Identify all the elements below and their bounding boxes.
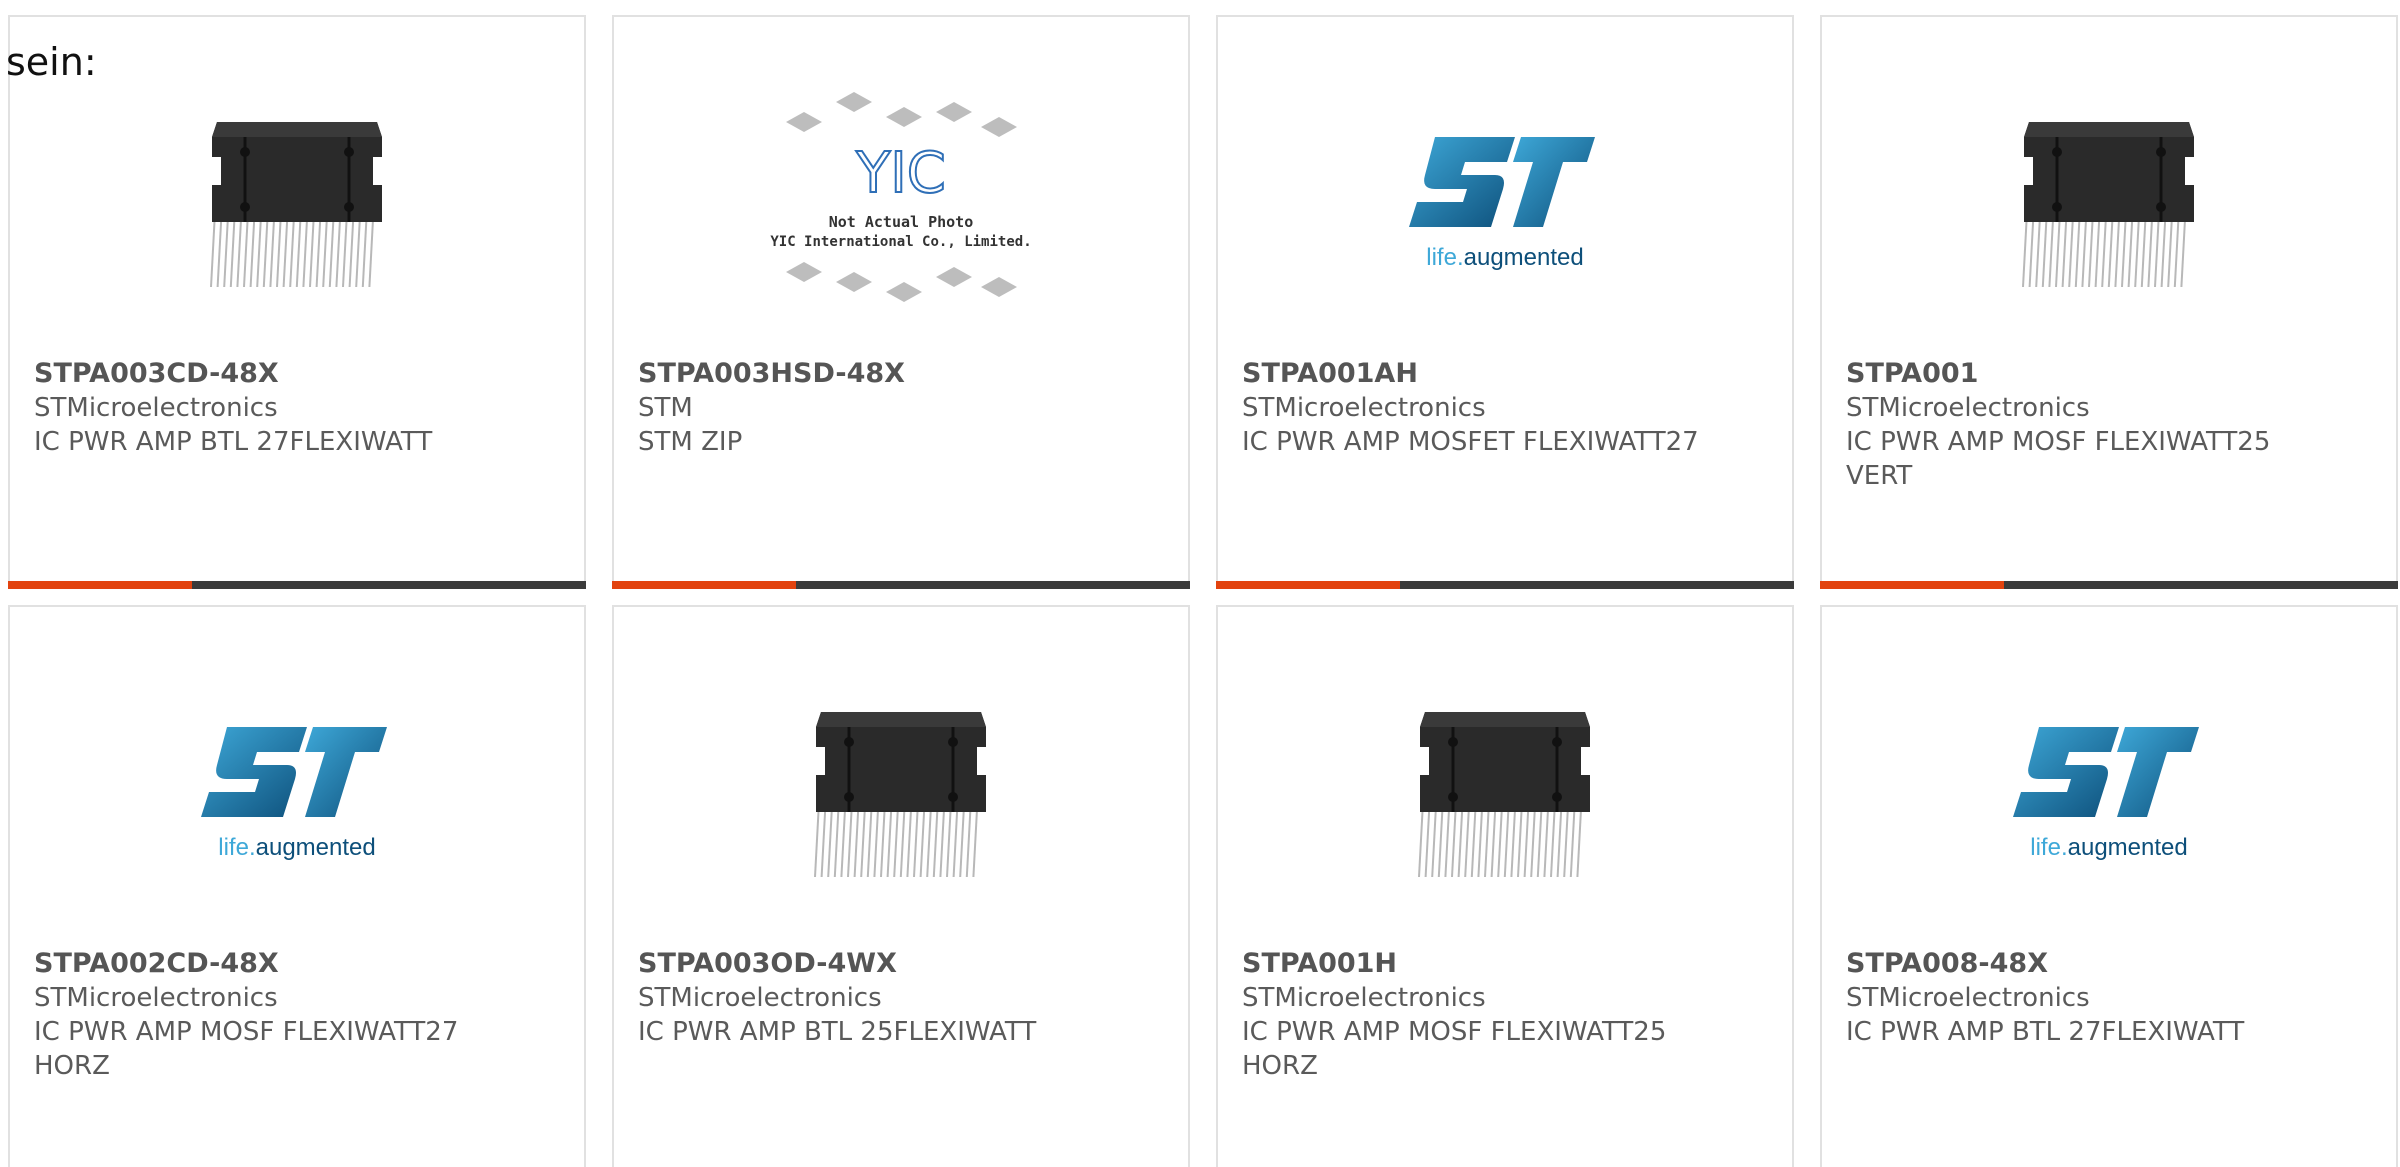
svg-text:life.augmented: life.augmented [1426,244,1583,271]
part-number-link[interactable]: STPA001 [1846,357,2372,391]
manufacturer-label: STMicroelectronics [638,983,882,1013]
placeholder-image[interactable]: YIC Not Actual Photo YIC International Co.… [614,87,1188,317]
part-number-link[interactable]: STPA003HSD-48X [638,357,1164,391]
product-card[interactable]: STPA003OD-4WX STMicroelectronics IC PWR AM… [612,605,1190,1167]
description-label: IC PWR AMP MOSF FLEXIWATT25 HORZ [1242,1017,1667,1081]
product-card[interactable]: STPA003CD-48X STMicroelectronics IC PWR AM… [8,15,586,589]
part-number-link[interactable]: STPA008-48X [1846,947,2372,981]
product-card[interactable]: life.augmented STPA002CD-48X STMicroelectr… [8,605,586,1167]
manufacturer-label: STMicroelectronics [1242,393,1486,423]
product-card[interactable]: life.augmented STPA001AH STMicroelectronic… [1216,15,1794,589]
svg-text:Not Actual Photo: Not Actual Photo [829,213,974,231]
description-label: IC PWR AMP BTL 27FLEXIWATT [34,427,433,457]
chip-image[interactable] [614,677,1188,907]
intro-text: sein: [6,40,97,84]
product-info: STPA001AH STMicroelectronics IC PWR AMP MO… [1242,357,1768,459]
chip-image[interactable] [1822,87,2396,317]
product-info: STPA003HSD-48X STM STM ZIP [638,357,1164,459]
product-info: STPA003OD-4WX STMicroelectronics IC PWR AM… [638,947,1164,1049]
product-card[interactable]: life.augmented STPA008-48X STMicroelectron… [1820,605,2398,1167]
manufacturer-label: STM [638,393,693,423]
product-card[interactable]: YIC Not Actual Photo YIC International Co.… [612,15,1190,589]
description-label: IC PWR AMP MOSFET FLEXIWATT27 [1242,427,1699,457]
description-label: IC PWR AMP BTL 25FLEXIWATT [638,1017,1037,1047]
svg-text:YIC: YIC [855,141,946,206]
card-accent-bar [1820,581,2398,589]
part-number-link[interactable]: STPA003CD-48X [34,357,560,391]
product-card[interactable]: STPA001 STMicroelectronics IC PWR AMP MOSF… [1820,15,2398,589]
card-accent-bar [1216,581,1794,589]
product-card[interactable]: STPA001H STMicroelectronics IC PWR AMP MOS… [1216,605,1794,1167]
svg-text:YIC International Co., Limited: YIC International Co., Limited. [770,234,1031,250]
chip-image[interactable] [10,87,584,317]
description-label: IC PWR AMP BTL 27FLEXIWATT [1846,1017,2245,1047]
part-number-link[interactable]: STPA002CD-48X [34,947,560,981]
st-logo-image[interactable]: life.augmented [1218,87,1792,317]
description-label: STM ZIP [638,427,743,457]
st-logo-image[interactable]: life.augmented [10,677,584,907]
description-label: IC PWR AMP MOSF FLEXIWATT27 HORZ [34,1017,459,1081]
manufacturer-label: STMicroelectronics [1242,983,1486,1013]
svg-text:life.augmented: life.augmented [2030,834,2187,861]
description-label: IC PWR AMP MOSF FLEXIWATT25 VERT [1846,427,2271,491]
svg-text:life.augmented: life.augmented [218,834,375,861]
product-grid-page: sein: STPA003CD-48X STMicroelectronics IC … [0,0,2400,1167]
manufacturer-label: STMicroelectronics [1846,393,2090,423]
product-grid: STPA003CD-48X STMicroelectronics IC PWR AM… [8,15,2398,1167]
manufacturer-label: STMicroelectronics [34,983,278,1013]
manufacturer-label: STMicroelectronics [1846,983,2090,1013]
card-accent-bar [8,581,586,589]
manufacturer-label: STMicroelectronics [34,393,278,423]
product-info: STPA001 STMicroelectronics IC PWR AMP MOSF… [1846,357,2372,493]
product-info: STPA008-48X STMicroelectronics IC PWR AMP … [1846,947,2372,1049]
card-accent-bar [612,581,1190,589]
st-logo-image[interactable]: life.augmented [1822,677,2396,907]
product-info: STPA003CD-48X STMicroelectronics IC PWR AM… [34,357,560,459]
part-number-link[interactable]: STPA003OD-4WX [638,947,1164,981]
product-info: STPA001H STMicroelectronics IC PWR AMP MOS… [1242,947,1768,1083]
chip-image[interactable] [1218,677,1792,907]
part-number-link[interactable]: STPA001H [1242,947,1768,981]
product-info: STPA002CD-48X STMicroelectronics IC PWR AM… [34,947,560,1083]
part-number-link[interactable]: STPA001AH [1242,357,1768,391]
